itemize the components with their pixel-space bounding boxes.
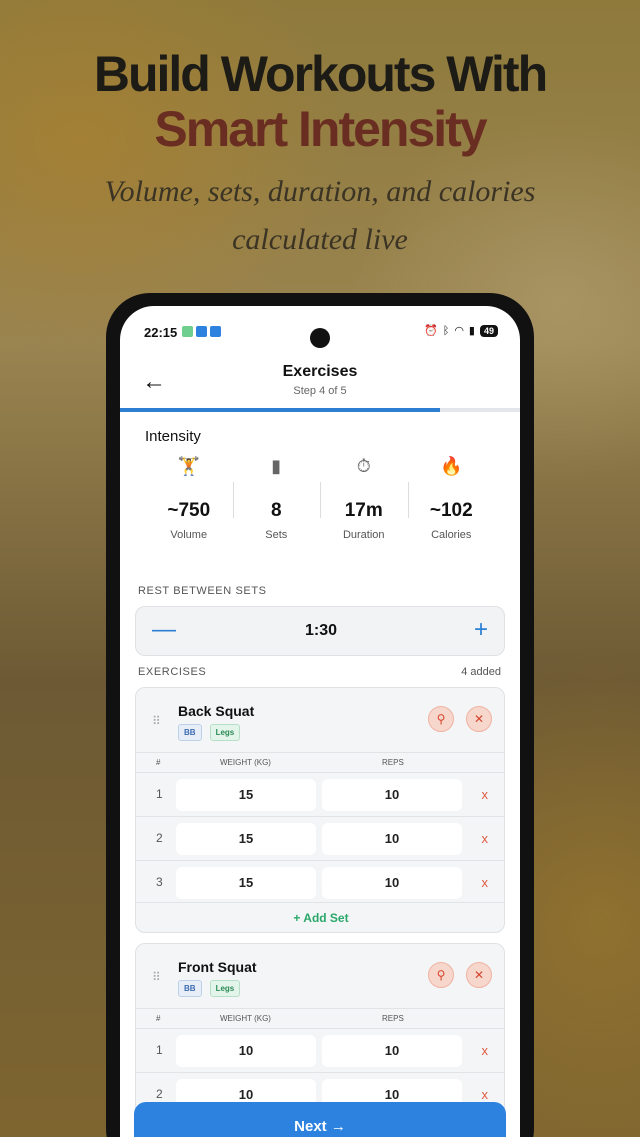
remove-set-button[interactable]: x bbox=[482, 1043, 489, 1058]
stat-duration: ⏱ 17m Duration bbox=[320, 456, 408, 546]
battery-icon: 49 bbox=[479, 324, 498, 337]
exercises-heading: EXERCISES bbox=[138, 666, 207, 678]
exercise-name: Back Squat bbox=[178, 703, 255, 719]
next-label: Next bbox=[294, 1118, 327, 1135]
front-camera bbox=[310, 328, 330, 348]
stopwatch-icon: ⏱ bbox=[356, 456, 371, 476]
remove-set-button[interactable]: x bbox=[482, 831, 489, 846]
equipment-tag: BB bbox=[178, 724, 202, 741]
app-notification-icon bbox=[196, 326, 207, 337]
stat-label: Volume bbox=[170, 529, 208, 541]
stat-label: Duration bbox=[342, 529, 385, 541]
set-row: 1 15 10 x bbox=[136, 772, 504, 816]
hero-tagline: Volume, sets, duration, and calories cal… bbox=[104, 175, 536, 256]
reps-input[interactable]: 10 bbox=[322, 779, 462, 811]
alarm-icon: ⏰ bbox=[424, 325, 438, 337]
weight-input[interactable]: 15 bbox=[176, 823, 316, 855]
stat-value: ~750 bbox=[167, 500, 211, 521]
stat-label: Calories bbox=[431, 529, 472, 541]
stat-sets: ▮ 8 Sets bbox=[232, 456, 321, 546]
search-icon[interactable]: ⚲ bbox=[428, 962, 454, 988]
remove-set-button[interactable]: x bbox=[482, 787, 489, 802]
flame-icon: 🔥 bbox=[440, 456, 463, 476]
exercise-card: ⠿ Back Squat BB Legs ⚲ ✕ # WEIGHT (KG) R… bbox=[135, 687, 505, 933]
progress-fill bbox=[120, 408, 440, 412]
arrow-right-icon: → bbox=[330, 1118, 346, 1135]
search-icon[interactable]: ⚲ bbox=[428, 706, 454, 732]
reps-input[interactable]: 10 bbox=[322, 1035, 462, 1067]
remove-set-button[interactable]: x bbox=[482, 1087, 489, 1102]
weight-input[interactable]: 10 bbox=[176, 1035, 316, 1067]
hero: Build Workouts With Smart Intensity Volu… bbox=[0, 46, 640, 264]
equipment-tag: BB bbox=[178, 980, 202, 997]
set-row: 2 15 10 x bbox=[136, 816, 504, 860]
drag-handle-icon[interactable]: ⠿ bbox=[152, 970, 161, 984]
set-row: 3 15 10 x bbox=[136, 860, 504, 904]
set-row: 1 10 10 x bbox=[136, 1028, 504, 1072]
stat-value: 8 bbox=[270, 500, 282, 521]
remove-set-button[interactable]: x bbox=[482, 875, 489, 890]
hero-title: Build Workouts With bbox=[93, 46, 548, 102]
signal-icon: ▮ bbox=[468, 325, 475, 337]
app-notification-icon bbox=[210, 326, 221, 337]
page-title: Exercises bbox=[282, 363, 358, 380]
wifi-icon: ◠ bbox=[454, 325, 464, 337]
sets-header: # WEIGHT (KG) REPS bbox=[136, 1008, 504, 1028]
close-icon[interactable]: ✕ bbox=[466, 706, 492, 732]
exercise-count: 4 added bbox=[461, 666, 501, 678]
status-time: 22:15 bbox=[144, 325, 178, 340]
add-set-button[interactable]: + Add Set bbox=[136, 902, 504, 932]
muscle-tag: Legs bbox=[209, 980, 241, 997]
progress-bar bbox=[120, 408, 520, 412]
stat-volume: 🏋 ~750 Volume bbox=[145, 456, 233, 546]
app-bar: ← Exercises Step 4 of 5 bbox=[120, 360, 520, 410]
stat-value: ~102 bbox=[429, 500, 473, 521]
stat-value: 17m bbox=[344, 500, 383, 521]
weight-input[interactable]: 15 bbox=[176, 779, 316, 811]
system-status-icons: ⏰ ᛒ ◠ ▮ 49 bbox=[424, 324, 498, 337]
app-notification-icon bbox=[182, 326, 193, 337]
reps-input[interactable]: 10 bbox=[322, 823, 462, 855]
drag-handle-icon[interactable]: ⠿ bbox=[152, 714, 161, 728]
close-icon[interactable]: ✕ bbox=[466, 962, 492, 988]
exercise-name: Front Squat bbox=[178, 959, 257, 975]
bluetooth-icon: ᛒ bbox=[442, 324, 450, 337]
intensity-heading: Intensity bbox=[145, 428, 201, 445]
step-indicator: Step 4 of 5 bbox=[293, 385, 347, 397]
next-button[interactable]: Next → bbox=[134, 1102, 506, 1137]
stat-calories: 🔥 ~102 Calories bbox=[407, 456, 496, 546]
increase-rest-button[interactable]: + bbox=[474, 616, 488, 644]
stat-label: Sets bbox=[265, 529, 288, 541]
reps-input[interactable]: 10 bbox=[322, 867, 462, 899]
dumbbell-icon: 🏋 bbox=[177, 456, 200, 476]
rest-heading: REST BETWEEN SETS bbox=[138, 585, 267, 597]
hero-title-accent: Smart Intensity bbox=[154, 101, 487, 157]
rest-stepper: — 1:30 + bbox=[135, 606, 505, 656]
rest-value: 1:30 bbox=[304, 622, 338, 639]
bar-chart-icon: ▮ bbox=[271, 456, 282, 476]
phone-screen: 22:15 ⏰ ᛒ ◠ ▮ 49 ← Exercises Step 4 of 5… bbox=[120, 306, 520, 1137]
intensity-stats: 🏋 ~750 Volume ▮ 8 Sets ⏱ 17m Duration 🔥 … bbox=[145, 456, 495, 546]
notification-icons bbox=[182, 326, 221, 337]
weight-input[interactable]: 15 bbox=[176, 867, 316, 899]
muscle-tag: Legs bbox=[209, 724, 241, 741]
status-bar: 22:15 ⏰ ᛒ ◠ ▮ 49 bbox=[120, 306, 520, 360]
sets-header: # WEIGHT (KG) REPS bbox=[136, 752, 504, 772]
